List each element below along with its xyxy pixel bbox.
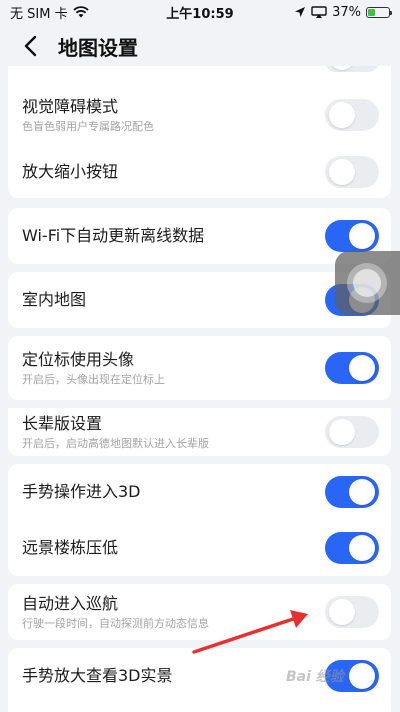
setting-label: 手势放大查看3D实景 [22,666,173,685]
setting-label: 远景楼栋压低 [22,538,119,557]
setting-label: 放大缩小按钮 [22,162,119,181]
battery-fill [368,8,376,16]
setting-row-auto-cruise[interactable]: 自动进入巡航 行驶一段时间，自动探测前方动态信息 [8,584,391,640]
toggle-knob [349,355,375,381]
setting-row-avatar-marker[interactable]: 定位标使用头像 开启后，头像出现在定位标上 [8,336,391,400]
setting-row-zoom-buttons[interactable]: 放大缩小按钮 [8,146,391,198]
watermark-text: Bai 经验 [286,669,344,685]
setting-label: 手势操作进入3D [22,482,141,501]
gesture-3d-toggle[interactable] [325,476,379,508]
location-arrow-icon [295,7,306,17]
toggle-knob [329,419,355,445]
settings-group-wifi: Wi-Fi下自动更新离线数据 [8,208,391,264]
toggle-knob [349,535,375,561]
auto-cruise-toggle[interactable] [325,596,379,628]
setting-label: 室内地图 [22,290,87,309]
setting-row-elder-mode[interactable]: 长辈版设置 开启后，启动高德地图默认进入长辈版 [8,408,391,456]
settings-group-display: 视觉障碍模式 色盲色弱用户专属路况配色 放大缩小按钮 [8,66,391,198]
visual-impairment-toggle[interactable] [325,99,379,131]
carrier-label: 无 SIM 卡 [10,6,68,22]
toggle-knob [349,223,375,249]
screen-mirroring-icon [311,6,327,18]
setting-label: 自动进入巡航 [22,593,119,613]
setting-row-gesture-3d[interactable]: 手势操作进入3D [8,464,391,520]
setting-row-indoor-map[interactable]: 室内地图 [8,272,391,328]
assistive-touch-button[interactable] [335,251,400,315]
settings-group-avatar: 定位标使用头像 开启后，头像出现在定位标上 [8,336,391,400]
settings-group-elder: 长辈版设置 开启后，启动高德地图默认进入长辈版 [8,400,391,456]
wifi-icon [72,6,89,18]
settings-group-cruise: 自动进入巡航 行驶一段时间，自动探测前方动态信息 [8,584,391,640]
nav-header: 地图设置 [0,24,400,68]
setting-description: 色盲色弱用户专属路况配色 [22,119,154,133]
wifi-update-toggle[interactable] [325,220,379,252]
lower-buildings-toggle[interactable] [325,532,379,564]
settings-group-3d: 手势操作进入3D 远景楼栋压低 [8,464,391,576]
setting-label: 视觉障碍模式 [22,96,119,116]
toggle-knob [329,159,355,185]
setting-label: 长辈版设置 [22,413,103,433]
setting-row-wifi-update[interactable]: Wi-Fi下自动更新离线数据 [8,208,391,264]
status-bar: 无 SIM 卡 上午10:59 37% [0,0,400,24]
elder-mode-toggle[interactable] [325,416,379,448]
toggle-knob [329,599,355,625]
back-arrow-icon[interactable] [20,34,44,58]
setting-description: 开启后，启动高德地图默认进入长辈版 [22,436,209,450]
avatar-marker-toggle[interactable] [325,352,379,384]
page-title: 地图设置 [58,35,138,60]
toggle-knob [349,663,375,689]
setting-label: 定位标使用头像 [22,349,135,369]
toggle-knob [329,102,355,128]
zoom-buttons-toggle[interactable] [325,156,379,188]
setting-description: 行驶一段时间，自动探测前方动态信息 [22,616,209,630]
setting-row-partial[interactable] [8,66,391,76]
status-left: 无 SIM 卡 [10,3,89,22]
setting-row-visual-impairment[interactable]: 视觉障碍模式 色盲色弱用户专属路况配色 [8,82,391,148]
setting-description: 开启后，头像出现在定位标上 [22,372,165,386]
toggle-knob [329,66,355,70]
setting-row-lower-buildings[interactable]: 远景楼栋压低 [8,520,391,576]
partial-toggle[interactable] [325,66,379,72]
assistive-touch-center [353,269,381,297]
toggle-knob [349,479,375,505]
status-right: 37% [294,4,392,20]
setting-label: Wi-Fi下自动更新离线数据 [22,226,205,245]
battery-icon [366,6,392,18]
settings-group-indoor: 室内地图 [8,272,391,328]
battery-percent: 37% [332,4,361,20]
